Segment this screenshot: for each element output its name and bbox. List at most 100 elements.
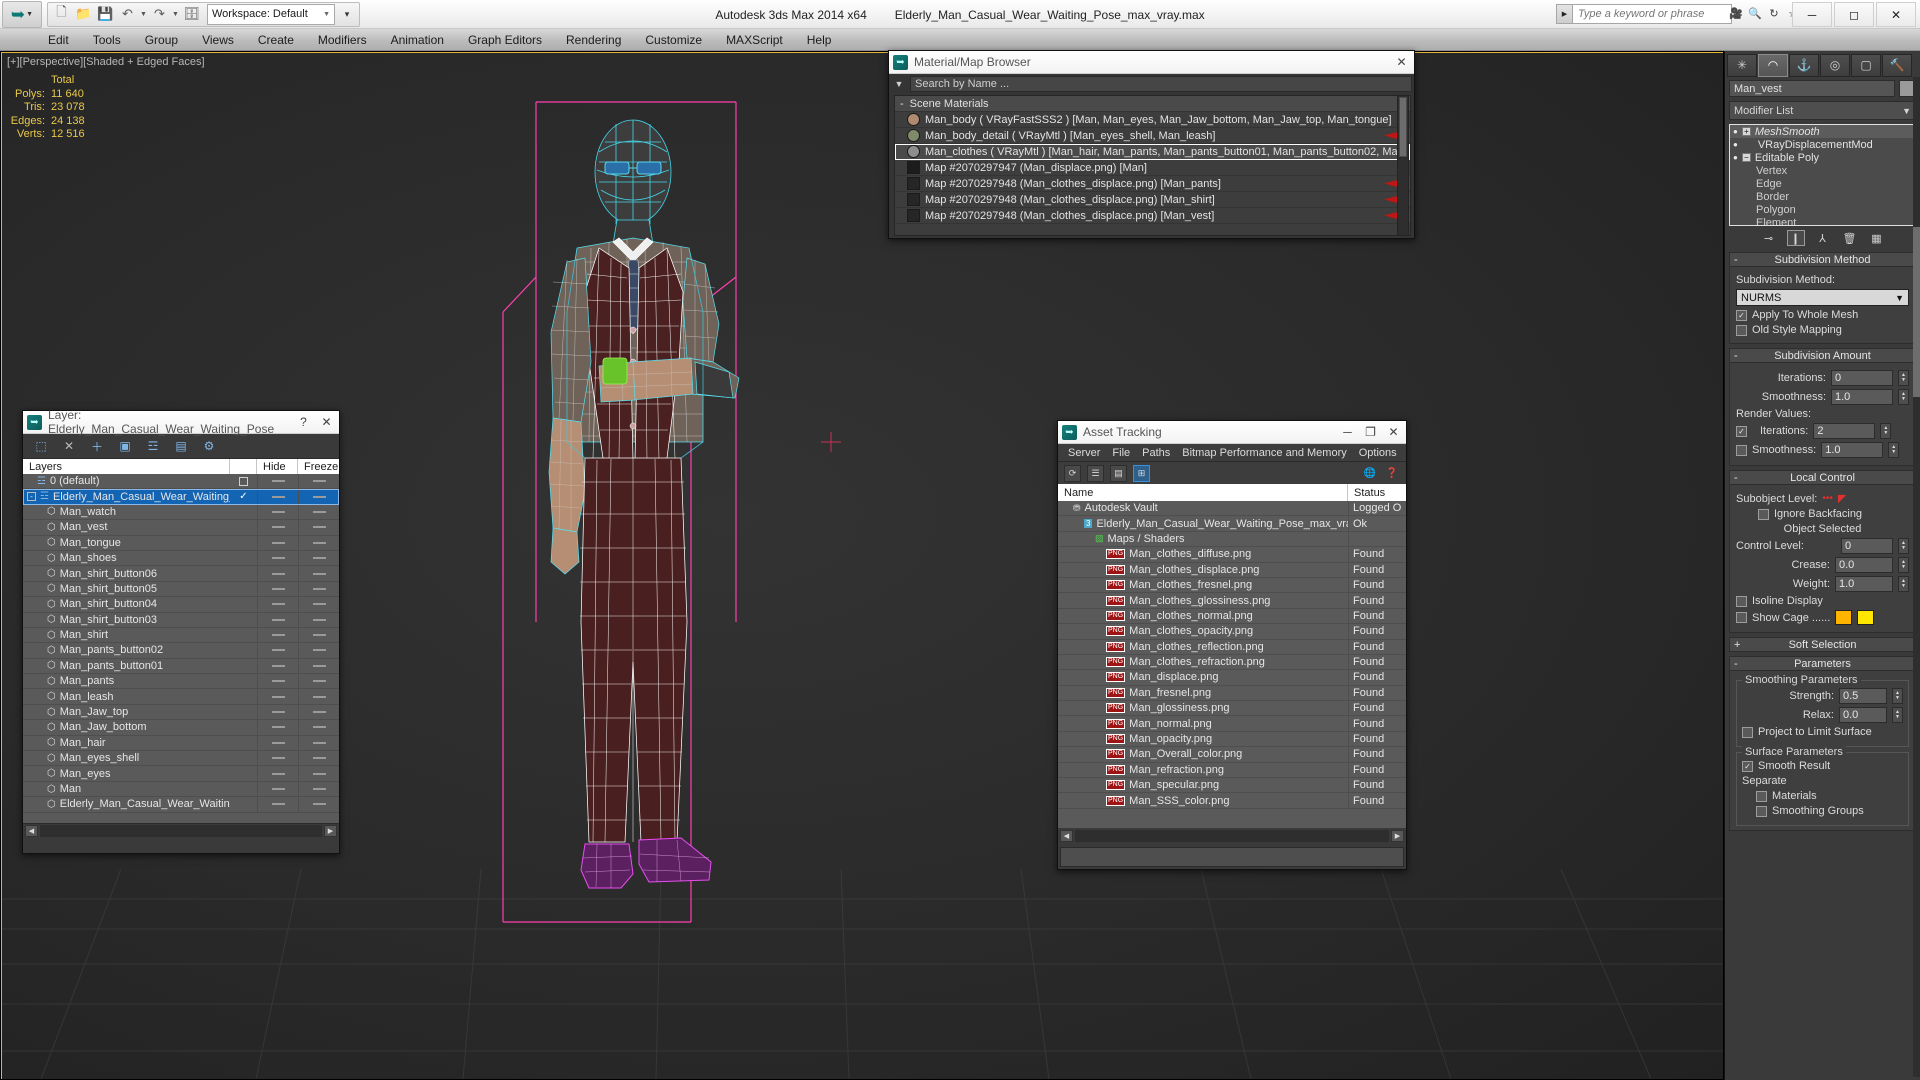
modifier-stack-item[interactable]: Vertex xyxy=(1730,164,1915,177)
asset-menu-options[interactable]: Options xyxy=(1353,447,1403,459)
weight-field[interactable]: 1.0 xyxy=(1835,576,1893,592)
menu-item-graph-editors[interactable]: Graph Editors xyxy=(456,29,554,51)
layer-freeze-cell[interactable] xyxy=(298,720,339,735)
remove-modifier-icon[interactable]: 🗑 xyxy=(1841,230,1859,246)
asset-menu-bitmap[interactable]: Bitmap Performance and Memory xyxy=(1176,447,1352,459)
layer-hide-cell[interactable] xyxy=(257,751,298,766)
menu-item-rendering[interactable]: Rendering xyxy=(554,29,633,51)
layer-freeze-cell[interactable] xyxy=(298,474,339,489)
layer-active-cell[interactable] xyxy=(230,476,257,486)
minimize-button[interactable]: ─ xyxy=(1792,2,1832,27)
render-smoothness-field[interactable]: 1.0 xyxy=(1821,442,1884,458)
undo-dropdown-icon[interactable]: ▼ xyxy=(139,11,148,18)
layer-freeze-cell[interactable] xyxy=(298,735,339,751)
layer-freeze-cell[interactable] xyxy=(298,581,339,597)
layer-hide-cell[interactable] xyxy=(257,658,298,674)
close-button[interactable]: ✕ xyxy=(1876,2,1916,27)
modify-tab[interactable]: ◠ xyxy=(1758,53,1788,77)
layer-hide-cell[interactable] xyxy=(257,689,298,704)
asset-row[interactable]: PNG Man_Overall_color.png Found xyxy=(1058,747,1406,763)
maximize-icon[interactable]: ❐ xyxy=(1362,424,1379,441)
project-to-limit-surface-checkbox[interactable] xyxy=(1742,726,1753,738)
asset-row[interactable]: PNG Man_specular.png Found xyxy=(1058,778,1406,794)
layer-object-row[interactable]: ⬡ Man_eyes_shell xyxy=(23,751,339,767)
asset-row[interactable]: ⛃ Autodesk Vault Logged O xyxy=(1058,501,1406,517)
menu-item-modifiers[interactable]: Modifiers xyxy=(306,29,379,51)
material-search-input[interactable]: Search by Name ... xyxy=(910,75,1412,92)
layer-hide-cell[interactable] xyxy=(257,504,298,520)
modifier-list-dropdown[interactable]: Modifier List ▼ xyxy=(1729,101,1916,120)
apply-to-whole-mesh-checkbox[interactable]: ✓ xyxy=(1736,309,1747,321)
layer-hide-cell[interactable] xyxy=(257,735,298,751)
old-style-mapping-checkbox[interactable] xyxy=(1736,324,1747,336)
asset-row[interactable]: PNG Man_clothes_refraction.png Found xyxy=(1058,654,1406,671)
show-cage-row[interactable]: Show Cage ...... xyxy=(1736,610,1909,625)
layer-object-row[interactable]: ⬡ Man_pants_button01 xyxy=(23,658,339,675)
render-smoothness-checkbox[interactable] xyxy=(1736,444,1747,456)
utilities-tab[interactable]: 🔨 xyxy=(1882,53,1912,77)
vertex-subobject-icon[interactable]: ••• xyxy=(1822,493,1833,504)
layer-freeze-cell[interactable] xyxy=(298,535,339,550)
layer-freeze-cell[interactable] xyxy=(298,566,339,581)
layer-object-row[interactable]: ⬡ Man_shoes xyxy=(23,550,339,567)
column-blank[interactable] xyxy=(230,459,257,474)
smoothing-groups-row[interactable]: Smoothing Groups xyxy=(1742,805,1903,817)
modifier-stack-item[interactable]: Polygon xyxy=(1730,203,1915,216)
layer-object-row[interactable]: ⬡ Man_vest xyxy=(23,520,339,536)
material-list-item[interactable]: Man_clothes ( VRayMtl ) [Man_hair, Man_p… xyxy=(895,144,1410,160)
layer-freeze-cell[interactable] xyxy=(298,597,339,612)
asset-row[interactable]: PNG Man_clothes_displace.png Found xyxy=(1058,562,1406,578)
layer-object-row[interactable]: ⬡ Man_pants_button02 xyxy=(23,643,339,659)
search-input[interactable] xyxy=(1578,8,1726,20)
layer-properties-icon[interactable]: ⚙ xyxy=(201,438,217,454)
menu-item-tools[interactable]: Tools xyxy=(81,29,133,51)
menu-item-create[interactable]: Create xyxy=(246,29,306,51)
layer-hide-cell[interactable] xyxy=(257,766,298,781)
ignore-backfacing-row[interactable]: Ignore Backfacing xyxy=(1736,508,1909,520)
material-list-item[interactable]: Map #2070297947 (Man_displace.png) [Man] xyxy=(895,160,1410,176)
menu-item-animation[interactable]: Animation xyxy=(379,29,456,51)
layer-freeze-cell[interactable] xyxy=(298,781,339,797)
add-selection-to-layer-icon[interactable]: ＋ xyxy=(89,438,105,454)
layer-row[interactable]: -☲Elderly_Man_Casual_Wear_Waiting_Pose ✓ xyxy=(23,489,339,505)
relax-spinner[interactable]: ▲ ▼ xyxy=(1892,707,1903,723)
cage-color-swatch-2[interactable] xyxy=(1857,610,1875,625)
asset-row[interactable]: ▨ Maps / Shaders xyxy=(1058,531,1406,548)
select-objects-in-layer-icon[interactable]: ▣ xyxy=(117,438,133,454)
asset-row[interactable]: PNG Man_clothes_opacity.png Found xyxy=(1058,624,1406,640)
material-browser-list[interactable]: - Scene Materials Man_body ( VRayFastSSS2 … xyxy=(894,95,1411,236)
crease-field[interactable]: 0.0 xyxy=(1835,557,1893,573)
layer-freeze-cell[interactable] xyxy=(298,643,339,658)
layer-freeze-cell[interactable] xyxy=(298,797,339,812)
detail-view-icon[interactable]: ▤ xyxy=(1110,464,1127,482)
layer-hide-cell[interactable] xyxy=(257,704,298,720)
layer-freeze-cell[interactable] xyxy=(298,520,339,535)
layer-hide-cell[interactable] xyxy=(257,550,298,566)
hierarchy-tab[interactable]: ⚓ xyxy=(1789,53,1819,77)
list-view-icon[interactable]: ☰ xyxy=(1087,464,1104,482)
modifier-stack-item[interactable]: Edge xyxy=(1730,177,1915,190)
column-hide[interactable]: Hide xyxy=(257,459,298,474)
close-icon[interactable]: ✕ xyxy=(1385,424,1402,441)
layer-freeze-cell[interactable] xyxy=(298,704,339,720)
refresh-icon[interactable]: ⟳ xyxy=(1064,464,1081,482)
crease-spinner[interactable]: ▲ ▼ xyxy=(1898,557,1909,573)
material-list-item[interactable]: Map #2070297948 (Man_clothes_displace.pn… xyxy=(895,192,1410,208)
materials-checkbox[interactable] xyxy=(1756,790,1767,802)
layer-object-row[interactable]: ⬡ Man_hair xyxy=(23,735,339,752)
smooth-result-row[interactable]: ✓ Smooth Result xyxy=(1742,760,1903,772)
layer-hide-cell[interactable] xyxy=(257,597,298,612)
layer-freeze-cell[interactable] xyxy=(298,504,339,520)
layer-hide-cell[interactable] xyxy=(257,535,298,550)
set-project-folder-icon[interactable]: 🗄 xyxy=(181,4,202,25)
isoline-display-checkbox[interactable] xyxy=(1736,595,1747,607)
layer-object-row[interactable]: ⬡ Man_pants xyxy=(23,674,339,690)
close-icon[interactable]: ✕ xyxy=(1393,54,1410,71)
layer-freeze-cell[interactable] xyxy=(298,674,339,689)
asset-horizontal-scrollbar[interactable]: ◀ ▶ xyxy=(1058,828,1406,843)
layer-hide-cell[interactable] xyxy=(257,781,298,797)
help-icon[interactable]: ? xyxy=(295,414,312,431)
rollout-header-soft-selection[interactable]: + Soft Selection xyxy=(1729,637,1916,652)
layer-object-row[interactable]: ⬡ Man_tongue xyxy=(23,535,339,551)
search-field[interactable] xyxy=(1572,4,1732,24)
